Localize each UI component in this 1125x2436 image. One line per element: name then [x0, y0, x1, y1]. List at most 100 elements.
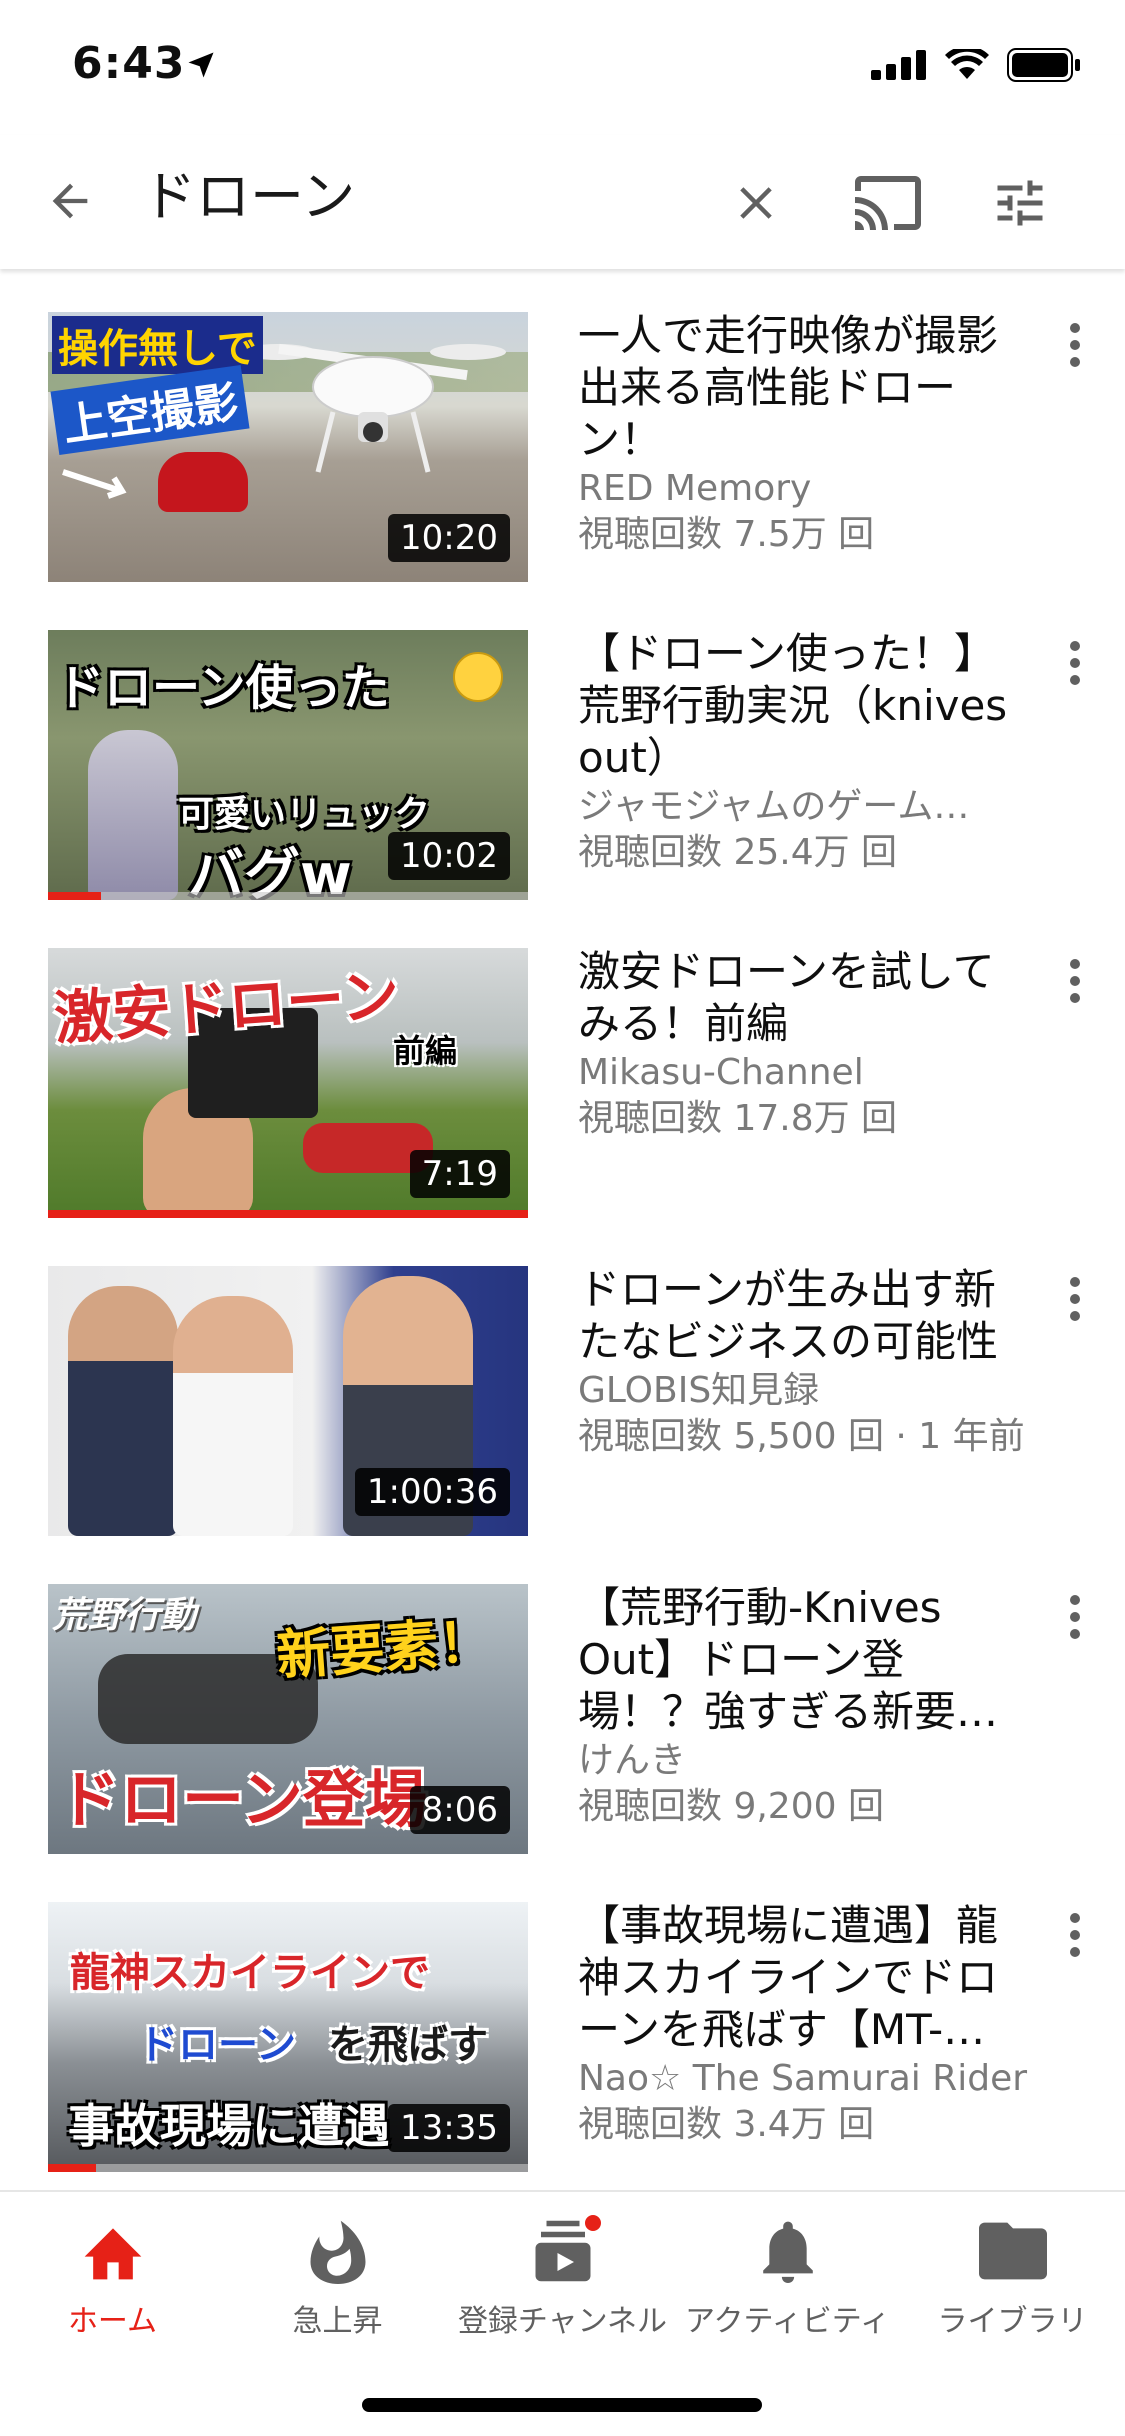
more-vert-icon — [1070, 323, 1080, 367]
more-options-button[interactable] — [1050, 946, 1100, 1016]
thumb-caption: ドローン使った — [56, 660, 390, 716]
thumb-caption: 龍神スカイラインで — [70, 1950, 430, 1996]
nav-label: ライブラリ — [937, 2304, 1088, 2339]
video-meta: 【事故現場に遭遇】龍神スカイラインでドローンを飛ばす【MT-… Nao☆ The… — [578, 1900, 1028, 2148]
view-count: 視聴回数 9,200 回 — [578, 1786, 884, 1827]
nav-label: 急上昇 — [292, 2304, 383, 2339]
home-icon — [84, 2228, 141, 2280]
close-icon — [740, 187, 772, 219]
folder-icon — [978, 2222, 1047, 2280]
nav-item-library[interactable]: ライブラリ — [900, 2216, 1125, 2340]
video-thumbnail[interactable]: 操作無しで 上空撮影 10:20 — [48, 312, 528, 582]
more-options-button[interactable] — [1050, 310, 1100, 380]
video-title[interactable]: 【荒野行動-Knives Out】ドローン登場！？強すぎる新要… — [578, 1582, 1028, 1738]
cellular-signal-icon — [871, 50, 926, 80]
more-options-button[interactable] — [1050, 1900, 1100, 1970]
smile-emoji-icon — [453, 652, 503, 702]
view-count: 視聴回数 5,500 回 · 1 年前 — [578, 1416, 1025, 1457]
search-header: ドローン — [0, 135, 1125, 269]
video-thumbnail[interactable]: 1:00:36 — [48, 1266, 528, 1536]
channel-name[interactable]: RED Memory — [578, 466, 1028, 512]
clear-search-button[interactable] — [714, 161, 798, 245]
person-image — [173, 1296, 293, 1536]
thumb-caption: 荒野行動 — [52, 1595, 197, 1636]
nav-item-activity[interactable]: アクティビティ — [675, 2216, 900, 2340]
nav-label: アクティビティ — [685, 2304, 890, 2339]
notification-dot — [581, 2212, 604, 2234]
video-duration: 13:35 — [388, 2104, 510, 2152]
video-duration: 10:20 — [388, 514, 510, 562]
channel-name[interactable]: ジャモジャムのゲーム… — [578, 784, 1028, 830]
cast-icon — [855, 176, 921, 230]
view-count: 視聴回数 7.5万 回 — [578, 514, 875, 555]
location-arrow-icon — [188, 52, 214, 78]
video-result[interactable]: 1:00:36 ドローンが生み出す新たなビジネスの可能性 GLOBIS知見録 視… — [0, 1254, 1125, 1536]
more-vert-icon — [1070, 641, 1080, 685]
nav-item-subscriptions[interactable]: 登録チャンネル — [450, 2212, 675, 2340]
arrow-graphic — [62, 469, 127, 499]
bell-icon — [762, 2221, 813, 2283]
more-vert-icon — [1070, 1277, 1080, 1321]
video-thumbnail[interactable]: 激安ドローン 前編 7:19 — [48, 948, 528, 1218]
car-image — [158, 452, 248, 512]
video-meta: 激安ドローンを試してみる！前編 Mikasu-Channel 視聴回数 17.8… — [578, 946, 1028, 1142]
channel-name[interactable]: Mikasu-Channel — [578, 1050, 1028, 1096]
filter-button[interactable] — [978, 161, 1062, 245]
thumb-caption: を飛ばす — [328, 2022, 488, 2068]
more-vert-icon — [1070, 1913, 1080, 1957]
more-vert-icon — [1070, 959, 1080, 1003]
tune-filter-icon — [997, 180, 1043, 226]
nav-label: ホーム — [67, 2304, 158, 2339]
video-title[interactable]: 激安ドローンを試してみる！前編 — [578, 946, 1028, 1050]
watch-progress-bar — [48, 892, 101, 900]
cast-button[interactable] — [846, 161, 930, 245]
watch-progress-bar — [48, 1210, 528, 1218]
nav-label: 登録チャンネル — [457, 2304, 668, 2339]
view-count: 視聴回数 3.4万 回 — [578, 2104, 875, 2145]
video-title[interactable]: 【事故現場に遭遇】龍神スカイラインでドローンを飛ばす【MT-… — [578, 1900, 1028, 2056]
home-indicator — [362, 2398, 762, 2412]
thumb-caption: 事故現場に遭遇 — [68, 2099, 390, 2153]
more-options-button[interactable] — [1050, 1264, 1100, 1334]
view-count: 視聴回数 25.4万 回 — [578, 832, 898, 873]
thumb-caption: バグw — [188, 843, 352, 900]
channel-name[interactable]: Nao☆ The Samurai Rider — [578, 2056, 1028, 2102]
drone-image — [240, 343, 506, 473]
watch-progress-track — [48, 892, 528, 900]
status-bar: 6:43 — [0, 0, 1125, 135]
person-image — [68, 1286, 178, 1536]
video-result[interactable]: 操作無しで 上空撮影 10:20 一人で走行映像が撮影出来る高性能ドローン！ R… — [0, 300, 1125, 582]
video-meta: 一人で走行映像が撮影出来る高性能ドローン！ RED Memory 視聴回数 7.… — [578, 310, 1028, 558]
watch-progress-track — [48, 2164, 528, 2172]
video-title[interactable]: 【ドローン使った！】荒野行動実況（knives out） — [578, 628, 1028, 784]
video-result[interactable]: 龍神スカイラインで ドローン を飛ばす 事故現場に遭遇 13:35 【事故現場に… — [0, 1890, 1125, 2172]
thumb-caption: ドローン — [138, 2022, 296, 2068]
video-thumbnail[interactable]: 龍神スカイラインで ドローン を飛ばす 事故現場に遭遇 13:35 — [48, 1902, 528, 2172]
video-title[interactable]: 一人で走行映像が撮影出来る高性能ドローン！ — [578, 310, 1028, 466]
wifi-icon — [945, 49, 989, 79]
channel-name[interactable]: けんき — [578, 1738, 1028, 1784]
search-query[interactable]: ドローン — [142, 157, 355, 237]
video-result[interactable]: 激安ドローン 前編 7:19 激安ドローンを試してみる！前編 Mikasu-Ch… — [0, 936, 1125, 1218]
video-duration: 8:06 — [409, 1786, 510, 1834]
video-thumbnail[interactable]: ドローン使った 可愛いリュック バグw 10:02 — [48, 630, 528, 900]
nav-item-trending[interactable]: 急上昇 — [225, 2216, 450, 2340]
channel-name[interactable]: GLOBIS知見録 — [578, 1368, 1028, 1414]
thumb-caption: 新要素！ — [274, 1609, 495, 1688]
status-time: 6:43 — [72, 38, 186, 89]
more-vert-icon — [1070, 1595, 1080, 1639]
video-duration: 10:02 — [388, 832, 510, 880]
status-indicators — [871, 48, 1081, 82]
nav-item-home[interactable]: ホーム — [0, 2216, 225, 2340]
more-options-button[interactable] — [1050, 1582, 1100, 1652]
video-thumbnail[interactable]: 荒野行動 新要素！ ドローン登場 8:06 — [48, 1584, 528, 1854]
more-options-button[interactable] — [1050, 628, 1100, 698]
back-button[interactable] — [30, 161, 110, 241]
arrow-back-icon — [52, 183, 88, 219]
game-character-image — [88, 730, 178, 900]
video-result[interactable]: ドローン使った 可愛いリュック バグw 10:02 【ドローン使った！】荒野行動… — [0, 618, 1125, 900]
video-title[interactable]: ドローンが生み出す新たなビジネスの可能性 — [578, 1264, 1028, 1368]
video-result[interactable]: 荒野行動 新要素！ ドローン登場 8:06 【荒野行動-Knives Out】ド… — [0, 1572, 1125, 1854]
video-meta: 【荒野行動-Knives Out】ドローン登場！？強すぎる新要… けんき 視聴回… — [578, 1582, 1028, 1830]
video-duration: 7:19 — [409, 1150, 510, 1198]
